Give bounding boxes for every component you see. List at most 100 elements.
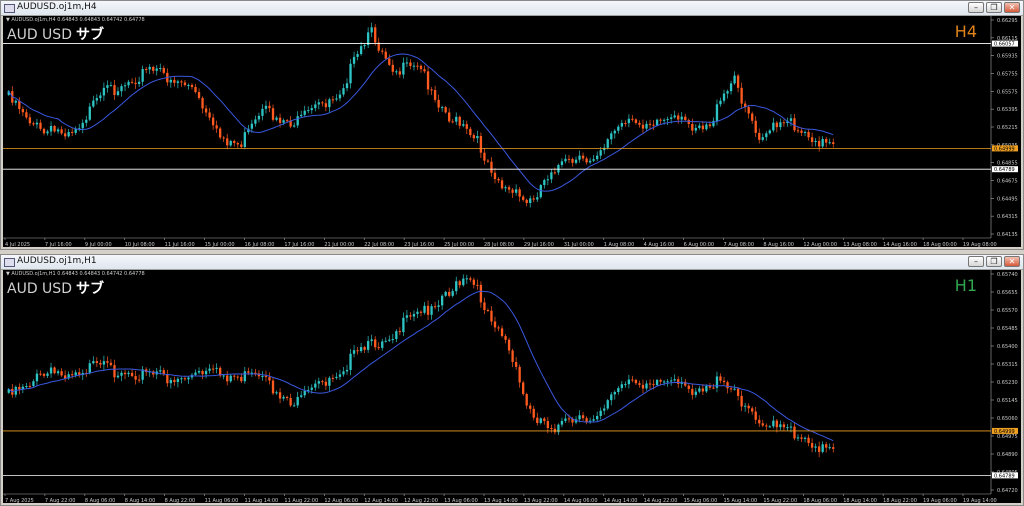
candle-body <box>810 137 814 143</box>
candle-body <box>832 447 835 449</box>
chart-window-icon <box>4 4 15 13</box>
candle-body <box>71 131 74 133</box>
candle-body <box>588 160 592 163</box>
price-chart[interactable]: 0.65740 0.65655 0.65570 0.65485 0.65400 0.653… <box>3 270 1021 503</box>
restore-button[interactable]: ❐ <box>986 256 1002 267</box>
candle-body <box>88 363 91 374</box>
candle-body <box>684 116 687 120</box>
candle-body <box>116 375 120 378</box>
candle-body <box>687 385 690 389</box>
candle-body <box>32 381 35 386</box>
title-bar[interactable]: AUDUSD.oj1m,H1 – ❐ ✕ <box>1 255 1023 270</box>
time-tick-label: 19 Aug 14:00 <box>963 498 997 503</box>
time-tick-label: 12 Aug 22:00 <box>404 498 438 503</box>
candle-body <box>617 126 620 131</box>
title-bar[interactable]: AUDUSD.oj1m,H4 – ❐ ✕ <box>1 1 1023 16</box>
candle-body <box>173 79 176 83</box>
candle-body <box>356 53 359 57</box>
candle-body <box>405 62 409 64</box>
tag-text: サブ <box>75 27 104 43</box>
time-tick-label: 7 Aug 08:00 <box>724 242 755 247</box>
candle-body <box>789 118 793 121</box>
candle-body <box>412 313 416 317</box>
candle-body <box>800 130 803 133</box>
minimize-button[interactable]: – <box>968 2 984 13</box>
candle-body <box>275 392 278 394</box>
candle-body <box>529 405 532 409</box>
candlestick-chart-svg: 0.662950.661150.659350.657550.655750.653… <box>3 16 1018 247</box>
candle-body <box>578 155 581 160</box>
candle-body <box>645 123 648 129</box>
candle-body <box>504 187 507 189</box>
candle-body <box>285 120 289 122</box>
chart-window-h1[interactable]: AUDUSD.oj1m,H1 – ❐ ✕ 0.65740 0.65655 0.655… <box>0 254 1024 506</box>
candle-body <box>606 400 609 409</box>
close-button[interactable]: ✕ <box>1004 2 1020 13</box>
candle-body <box>483 302 486 311</box>
candle-body <box>465 124 468 129</box>
window-title: AUDUSD.oj1m,H1 <box>17 256 97 266</box>
candle-body <box>715 104 719 121</box>
candle-body <box>641 384 645 389</box>
candle-body <box>440 107 444 109</box>
candle-body <box>557 164 560 173</box>
price-tick-label: 0.65485 <box>997 326 1018 332</box>
candle-body <box>546 421 550 429</box>
candle-body <box>522 382 525 395</box>
candle-body <box>624 384 627 386</box>
candle-body <box>564 158 567 162</box>
price-tick-label: 0.64855 <box>997 161 1018 167</box>
candle-body <box>109 85 113 87</box>
minimize-button[interactable]: – <box>968 256 984 267</box>
candle-body <box>465 278 468 280</box>
candle-body <box>405 315 409 318</box>
candle-body <box>282 120 285 123</box>
candle-body <box>726 382 729 389</box>
candle-body <box>670 117 673 119</box>
candle-body <box>782 122 786 124</box>
candle-body <box>779 424 782 428</box>
close-button[interactable]: ✕ <box>1004 256 1020 267</box>
candle-body <box>462 278 465 286</box>
candle-body <box>233 375 236 377</box>
candle-body <box>670 380 673 382</box>
candle-body <box>736 75 740 88</box>
candles <box>7 22 835 208</box>
candle-body <box>599 150 602 156</box>
candle-body <box>726 91 729 94</box>
candle-body <box>176 378 180 383</box>
price-tick-label: 0.65215 <box>997 125 1018 131</box>
price-tick-label: 0.65655 <box>997 290 1018 296</box>
candle-body <box>581 415 585 419</box>
candle-body <box>106 361 109 363</box>
candle-body <box>49 367 53 374</box>
chart-window-h4[interactable]: AUDUSD.oj1m,H4 – ❐ ✕ 0.66295 0.66115 0.659… <box>0 0 1024 250</box>
time-tick-label: 21 Jul 00:00 <box>324 242 354 247</box>
candle-body <box>226 138 229 146</box>
candle-body <box>169 379 172 384</box>
price-chart[interactable]: 0.66295 0.66115 0.65935 0.65755 0.65575 0.653… <box>3 16 1021 247</box>
candle-body <box>21 109 25 113</box>
candle-body <box>592 419 595 421</box>
candle-body <box>525 394 528 406</box>
time-tick-label: 22 Jul 08:00 <box>364 242 394 247</box>
candle-body <box>42 128 46 134</box>
candle-body <box>511 189 514 193</box>
candle-body <box>109 362 113 366</box>
candle-body <box>613 130 616 134</box>
candle-body <box>92 100 95 107</box>
candle-body <box>610 394 613 401</box>
candle-body <box>363 347 366 350</box>
candle-body <box>596 415 599 420</box>
candle-body <box>292 405 296 407</box>
candle-body <box>39 122 42 129</box>
time-tick-label: 7 Aug 2025 <box>5 498 34 503</box>
candle-body <box>736 388 740 396</box>
candle-body <box>169 79 172 83</box>
candle-body <box>765 133 768 138</box>
candle-body <box>729 388 733 390</box>
restore-button[interactable]: ❐ <box>986 2 1002 13</box>
level-price-label: 0.64999 <box>994 146 1015 152</box>
candle-body <box>497 179 500 181</box>
candle-body <box>268 105 271 109</box>
